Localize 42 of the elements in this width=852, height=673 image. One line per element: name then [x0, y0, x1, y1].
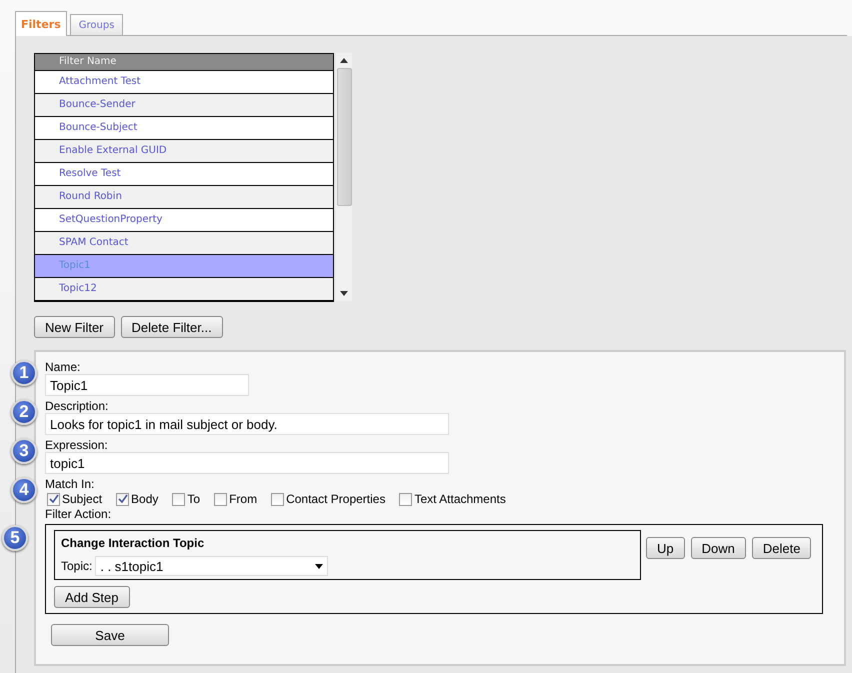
scroll-down-icon[interactable] — [340, 291, 348, 296]
step-badge: 4 — [11, 477, 37, 503]
checkbox[interactable]: From — [214, 492, 258, 506]
checkbox[interactable]: Contact Properties — [271, 492, 386, 506]
field-label: Expression: — [45, 438, 109, 452]
tab[interactable]: Groups — [70, 14, 124, 35]
checkmark-icon — [48, 494, 58, 504]
checkmark-icon — [118, 494, 128, 504]
step-button[interactable]: Up — [646, 537, 685, 559]
step-button[interactable]: Delete — [752, 537, 812, 559]
step-title: Change Interaction Topic — [61, 536, 206, 550]
filter-list-item[interactable]: SPAM Contact — [35, 232, 334, 255]
filter-button[interactable]: Delete Filter... — [120, 316, 223, 338]
filter-list-item[interactable]: Bounce-Sender — [35, 94, 334, 117]
checkbox[interactable]: Subject — [47, 492, 102, 506]
filter-list-item[interactable]: Round Robin — [35, 186, 334, 209]
step-badge: 1 — [11, 360, 37, 386]
checkbox[interactable]: Text Attachments — [399, 492, 506, 506]
field-label: Match In: — [45, 477, 96, 491]
field-label: Filter Action: — [45, 507, 112, 521]
step-badge: 5 — [2, 525, 28, 551]
filter-list-item[interactable]: Enable External GUID — [35, 140, 334, 163]
topic-dropdown[interactable]: . . s1topic1 — [95, 556, 328, 576]
step-badge: 2 — [11, 399, 37, 425]
checkbox[interactable]: Body — [116, 492, 158, 506]
step-button[interactable]: Down — [690, 537, 746, 559]
checkbox[interactable]: To — [172, 492, 200, 506]
text-field[interactable]: Looks for topic1 in mail subject or body. — [45, 413, 449, 435]
text-field[interactable]: Topic1 — [45, 374, 249, 396]
filter-button[interactable]: New Filter — [34, 316, 115, 338]
save-button[interactable]: Save — [51, 624, 169, 646]
scrollbar[interactable] — [336, 53, 352, 301]
scroll-up-icon[interactable] — [340, 58, 348, 63]
filter-list-item[interactable]: Topic12 — [35, 278, 334, 301]
field-label: Topic: — [61, 559, 92, 573]
step-badge: 3 — [11, 438, 37, 464]
text-field[interactable]: topic1 — [45, 452, 449, 474]
field-label: Name: — [45, 360, 82, 374]
add-step-button[interactable]: Add Step — [54, 586, 130, 608]
field-label: Description: — [45, 399, 110, 413]
caret-icon — [315, 564, 324, 568]
column-header: Filter Name — [35, 53, 334, 71]
